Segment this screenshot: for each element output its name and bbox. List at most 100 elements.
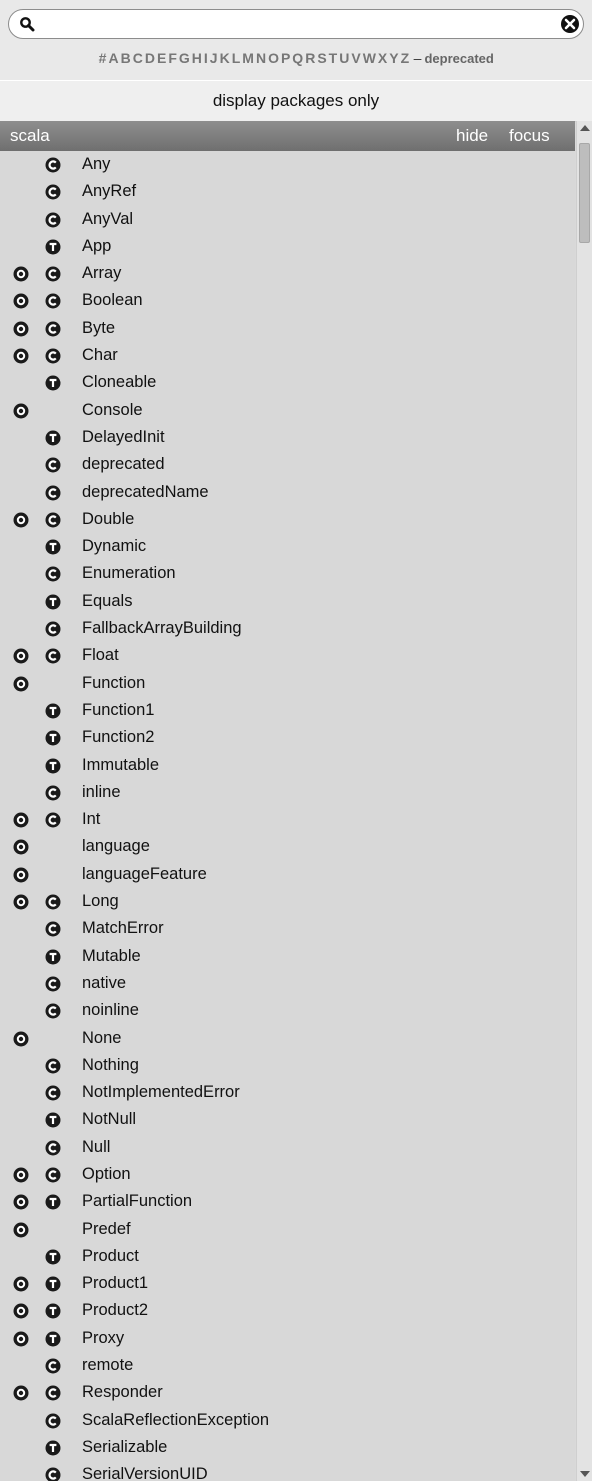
trait-icon[interactable] <box>45 949 61 965</box>
object-icon[interactable] <box>13 1194 29 1210</box>
object-icon[interactable] <box>13 1167 29 1183</box>
trait-icon[interactable] <box>45 239 61 255</box>
object-icon[interactable] <box>13 1303 29 1319</box>
object-icon[interactable] <box>13 676 29 692</box>
package-name[interactable]: scala <box>10 121 50 151</box>
class-icon[interactable] <box>45 621 61 637</box>
entity-link[interactable]: MatchError <box>82 915 164 942</box>
entity-link[interactable]: NotImplementedError <box>82 1079 240 1106</box>
object-icon[interactable] <box>13 1031 29 1047</box>
object-icon[interactable] <box>13 403 29 419</box>
entity-link[interactable]: Console <box>82 397 143 424</box>
entity-link[interactable]: AnyRef <box>82 178 136 205</box>
scrollbar[interactable] <box>576 121 592 1481</box>
class-icon[interactable] <box>45 566 61 582</box>
letter-index-item[interactable]: Z <box>400 50 411 66</box>
class-icon[interactable] <box>45 293 61 309</box>
entity-link[interactable]: Responder <box>82 1379 163 1406</box>
class-icon[interactable] <box>45 785 61 801</box>
trait-icon[interactable] <box>45 1303 61 1319</box>
entity-link[interactable]: App <box>82 233 111 260</box>
entity-link[interactable]: PartialFunction <box>82 1188 192 1215</box>
entity-link[interactable]: Any <box>82 151 110 178</box>
entity-link[interactable]: Enumeration <box>82 560 176 587</box>
entity-link[interactable]: None <box>82 1025 121 1052</box>
object-icon[interactable] <box>13 1331 29 1347</box>
entity-link[interactable]: Array <box>82 260 121 287</box>
entity-link[interactable]: ScalaReflectionException <box>82 1407 269 1434</box>
object-icon[interactable] <box>13 867 29 883</box>
entity-link[interactable]: Product1 <box>82 1270 148 1297</box>
letter-index-item[interactable]: M <box>242 50 256 66</box>
trait-icon[interactable] <box>45 730 61 746</box>
trait-icon[interactable] <box>45 758 61 774</box>
entity-link[interactable]: deprecatedName <box>82 479 209 506</box>
object-icon[interactable] <box>13 321 29 337</box>
letter-index-item[interactable]: L <box>231 50 242 66</box>
entity-link[interactable]: Option <box>82 1161 131 1188</box>
letter-index-item[interactable]: A <box>108 50 120 66</box>
entity-link[interactable]: inline <box>82 779 121 806</box>
class-icon[interactable] <box>45 212 61 228</box>
entity-link[interactable]: Function2 <box>82 724 154 751</box>
class-icon[interactable] <box>45 485 61 501</box>
letter-index-item[interactable]: W <box>362 50 377 66</box>
letter-index-item[interactable]: F <box>168 50 179 66</box>
entity-link[interactable]: Long <box>82 888 119 915</box>
entity-link[interactable]: NotNull <box>82 1106 136 1133</box>
object-icon[interactable] <box>13 1385 29 1401</box>
object-icon[interactable] <box>13 648 29 664</box>
class-icon[interactable] <box>45 1413 61 1429</box>
object-icon[interactable] <box>13 266 29 282</box>
entity-link[interactable]: Function1 <box>82 697 154 724</box>
entity-link[interactable]: Char <box>82 342 118 369</box>
scroll-down-arrow-icon[interactable] <box>580 1471 590 1477</box>
entity-link[interactable]: remote <box>82 1352 133 1379</box>
letter-index-item[interactable]: C <box>132 50 144 66</box>
class-icon[interactable] <box>45 648 61 664</box>
trait-icon[interactable] <box>45 1331 61 1347</box>
entity-link[interactable]: Dynamic <box>82 533 146 560</box>
class-icon[interactable] <box>45 1058 61 1074</box>
entity-link[interactable]: language <box>82 833 150 860</box>
class-icon[interactable] <box>45 348 61 364</box>
class-icon[interactable] <box>45 976 61 992</box>
scroll-up-arrow-icon[interactable] <box>580 125 590 131</box>
object-icon[interactable] <box>13 812 29 828</box>
class-icon[interactable] <box>45 157 61 173</box>
class-icon[interactable] <box>45 1167 61 1183</box>
class-icon[interactable] <box>45 1467 61 1481</box>
search-box[interactable] <box>8 9 584 39</box>
trait-icon[interactable] <box>45 1440 61 1456</box>
letter-index-item[interactable]: S <box>317 50 328 66</box>
letter-index-item[interactable]: E <box>156 50 167 66</box>
entity-link[interactable]: Serializable <box>82 1434 167 1461</box>
entity-link[interactable]: Equals <box>82 588 132 615</box>
entity-link[interactable]: languageFeature <box>82 861 207 888</box>
scrollbar-thumb[interactable] <box>579 143 590 243</box>
class-icon[interactable] <box>45 1385 61 1401</box>
entity-link[interactable]: Int <box>82 806 100 833</box>
letter-index-item[interactable]: P <box>280 50 291 66</box>
class-icon[interactable] <box>45 457 61 473</box>
class-icon[interactable] <box>45 184 61 200</box>
entity-link[interactable]: deprecated <box>82 451 165 478</box>
letter-index-item[interactable]: G <box>178 50 191 66</box>
class-icon[interactable] <box>45 921 61 937</box>
letter-index-item[interactable]: N <box>255 50 267 66</box>
letter-index-item[interactable]: Y <box>389 50 400 66</box>
class-icon[interactable] <box>45 1003 61 1019</box>
class-icon[interactable] <box>45 321 61 337</box>
object-icon[interactable] <box>13 839 29 855</box>
entity-link[interactable]: Proxy <box>82 1325 124 1352</box>
object-icon[interactable] <box>13 512 29 528</box>
entity-link[interactable]: SerialVersionUID <box>82 1461 208 1481</box>
entity-link[interactable]: Function <box>82 670 145 697</box>
class-icon[interactable] <box>45 1140 61 1156</box>
class-icon[interactable] <box>45 812 61 828</box>
letter-index-item[interactable]: T <box>328 50 339 66</box>
display-packages-only-button[interactable]: display packages only <box>0 80 592 122</box>
trait-icon[interactable] <box>45 1112 61 1128</box>
entity-link[interactable]: Predef <box>82 1216 131 1243</box>
entity-link[interactable]: Product2 <box>82 1297 148 1324</box>
